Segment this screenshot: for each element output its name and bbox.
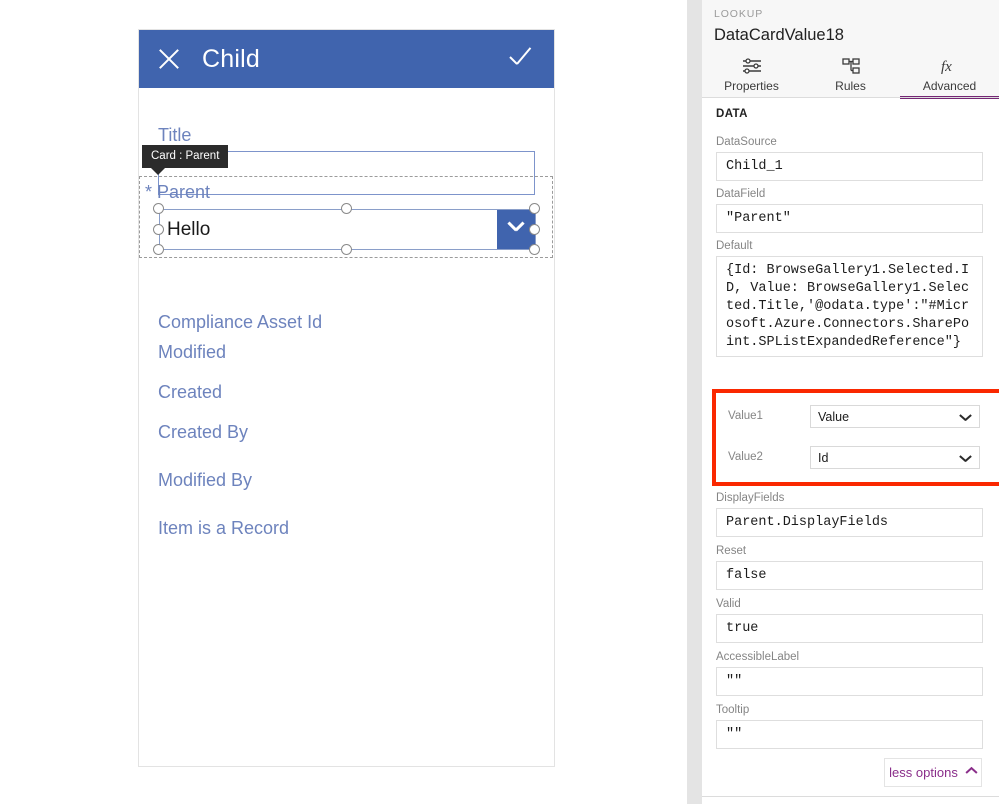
- property-input-valid[interactable]: true: [716, 614, 983, 643]
- app-canvas: Child Title Compliance Asset Id Modified…: [0, 0, 702, 804]
- sliders-icon: [741, 56, 763, 76]
- resize-handle-top-right[interactable]: [529, 203, 540, 214]
- field-label-modified: Modified: [158, 342, 227, 362]
- card-tooltip: Card : Parent: [142, 145, 229, 175]
- property-input-accessiblelabel[interactable]: "": [716, 667, 983, 696]
- property-label-reset: Reset: [716, 545, 747, 557]
- value2-select-value: Id: [818, 450, 829, 465]
- property-input-datafield[interactable]: "Parent": [716, 204, 983, 233]
- less-options-label: less options: [889, 765, 958, 780]
- tab-rules-label: Rules: [835, 79, 866, 93]
- property-label-value2: Value2: [728, 451, 763, 463]
- value1-select[interactable]: Value: [810, 405, 980, 428]
- property-label-value1: Value1: [728, 410, 763, 422]
- property-label-datafield: DataField: [716, 188, 766, 200]
- property-displayfields: DisplayFields Parent.DisplayFields: [716, 492, 983, 537]
- tab-properties-label: Properties: [724, 79, 779, 93]
- field-label-created: Created: [158, 382, 223, 402]
- resize-handle-top-left[interactable]: [153, 203, 164, 214]
- svg-text:fx: fx: [941, 59, 952, 75]
- tab-properties[interactable]: Properties: [702, 52, 801, 98]
- checkmark-icon[interactable]: [508, 48, 536, 70]
- chevron-down-icon: [960, 414, 971, 421]
- hierarchy-icon: [840, 56, 862, 76]
- section-title-data: DATA: [716, 108, 748, 120]
- field-label-modified-by: Modified By: [158, 470, 253, 490]
- property-input-default[interactable]: {Id: BrowseGallery1.Selected.ID, Value: …: [716, 256, 983, 357]
- property-label-datasource: DataSource: [716, 136, 777, 148]
- property-default: Default {Id: BrowseGallery1.Selected.ID,…: [716, 240, 983, 357]
- property-datafield: DataField "Parent": [716, 188, 983, 233]
- less-options-button[interactable]: less options: [884, 758, 982, 787]
- property-accessiblelabel: AccessibleLabel "": [716, 651, 983, 696]
- property-label-displayfields: DisplayFields: [716, 492, 785, 504]
- tab-advanced[interactable]: fx Advanced: [900, 52, 999, 99]
- property-reset: Reset false: [716, 545, 983, 590]
- property-input-tooltip[interactable]: "": [716, 720, 983, 749]
- resize-handle-top-center[interactable]: [341, 203, 352, 214]
- property-input-displayfields[interactable]: Parent.DisplayFields: [716, 508, 983, 537]
- resize-handle-bottom-left[interactable]: [153, 244, 164, 255]
- chevron-down-icon: [960, 455, 971, 462]
- tab-rules[interactable]: Rules: [801, 52, 900, 98]
- chevron-up-icon: [966, 769, 977, 776]
- field-label-title: Title: [158, 125, 192, 145]
- data-card-parent-selected[interactable]: * Parent Hello: [139, 176, 553, 258]
- property-label-accessiblelabel: AccessibleLabel: [716, 651, 800, 663]
- property-datasource: DataSource Child_1: [716, 136, 983, 181]
- property-input-reset[interactable]: false: [716, 561, 983, 590]
- resize-handle-middle-right[interactable]: [529, 224, 540, 235]
- panel-gutter: [687, 0, 702, 804]
- field-label-item-is-a-record: Item is a Record: [158, 518, 290, 538]
- property-label-tooltip: Tooltip: [716, 704, 750, 716]
- field-label-compliance-asset-id: Compliance Asset Id: [158, 312, 323, 332]
- panel-tabs: Properties Rules fx Advanced: [702, 52, 999, 99]
- phone-preview: Child Title Compliance Asset Id Modified…: [138, 29, 555, 767]
- resize-handle-middle-left[interactable]: [153, 224, 164, 235]
- highlight-annotation-box: Value1 Value Value2 Id: [712, 389, 999, 486]
- value1-select-value: Value: [818, 409, 850, 424]
- app-header-title: Child: [202, 44, 260, 73]
- value2-select[interactable]: Id: [810, 446, 980, 469]
- property-label-default: Default: [716, 240, 753, 252]
- resize-handle-bottom-center[interactable]: [341, 244, 352, 255]
- close-x-icon[interactable]: [156, 46, 182, 72]
- property-tooltip: Tooltip "": [716, 704, 983, 749]
- panel-kicker: LOOKUP: [714, 8, 764, 20]
- panel-control-name: DataCardValue18: [714, 26, 844, 44]
- field-label-parent: * Parent: [145, 182, 211, 202]
- fx-icon: fx: [937, 56, 963, 76]
- panel-footer-divider: [702, 796, 999, 797]
- parent-combobox-value: Hello: [167, 219, 211, 240]
- tab-advanced-label: Advanced: [922, 79, 977, 93]
- property-input-datasource[interactable]: Child_1: [716, 152, 983, 181]
- resize-handle-bottom-right[interactable]: [529, 244, 540, 255]
- panel-header: LOOKUP DataCardValue18 Properties Rules …: [702, 0, 999, 99]
- property-label-valid: Valid: [716, 598, 741, 610]
- field-label-created-by: Created By: [158, 422, 249, 442]
- property-valid: Valid true: [716, 598, 983, 643]
- app-header-bar: Child: [139, 30, 554, 88]
